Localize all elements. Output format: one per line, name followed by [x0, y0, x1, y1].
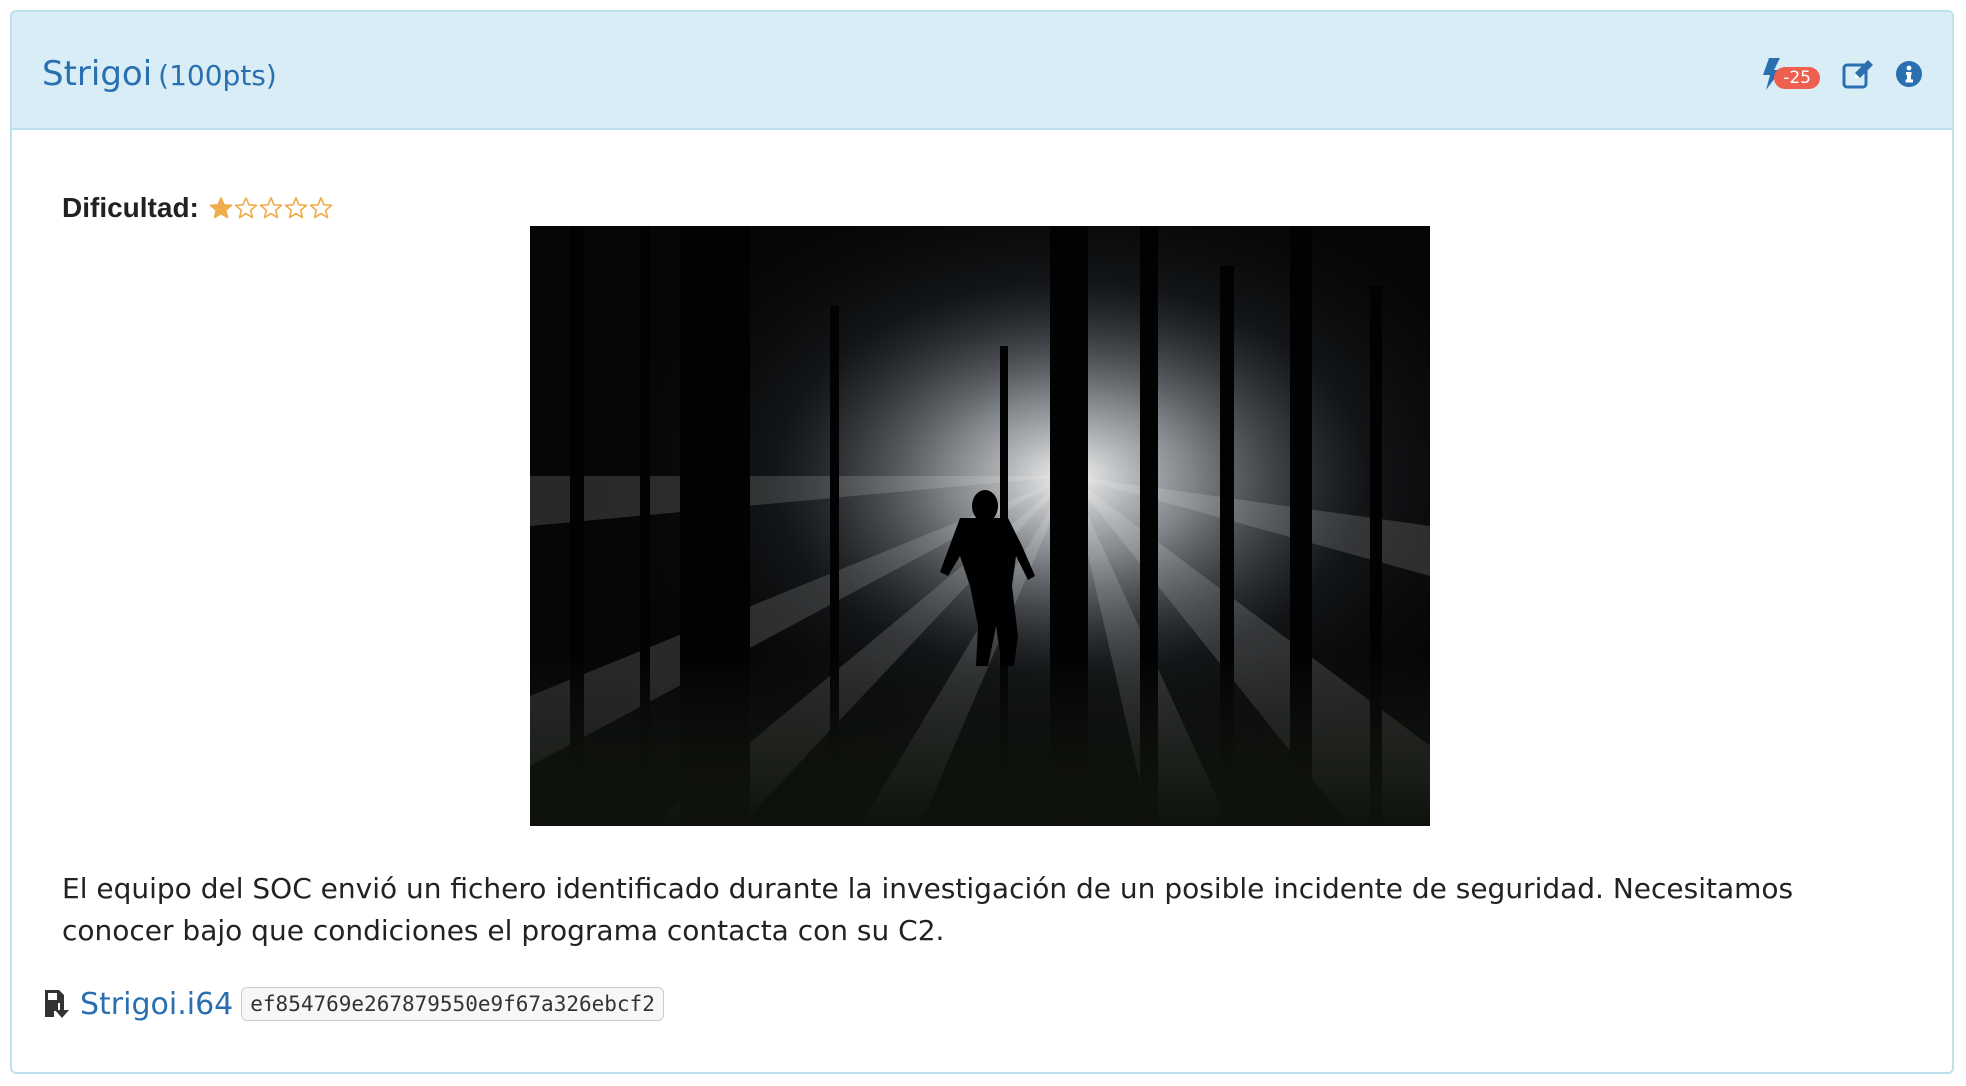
heading-tools: -25 — [1762, 52, 1922, 96]
challenge-title: Strigoi (100pts) — [42, 52, 277, 98]
star-filled-icon — [209, 196, 233, 220]
challenge-name: Strigoi — [42, 54, 153, 94]
edit-button[interactable] — [1842, 59, 1874, 89]
edit-icon — [1842, 60, 1873, 89]
difficulty-label: Dificultad: — [62, 192, 199, 223]
panel-body: Dificultad: El equipo del SOC envió un f… — [12, 130, 1952, 1072]
challenge-points: (100pts) — [158, 59, 277, 92]
star-empty-icon — [284, 196, 308, 220]
difficulty-row: Dificultad: — [62, 188, 333, 228]
info-icon — [1896, 61, 1922, 87]
hint-button[interactable]: -25 — [1762, 58, 1820, 90]
attachment-row: Strigoi.i64 ef854769e267879550e9f67a326e… — [44, 982, 664, 1026]
file-hash: ef854769e267879550e9f67a326ebcf2 — [241, 987, 664, 1021]
file-download-icon — [45, 990, 69, 1018]
challenge-panel: Strigoi (100pts) -25 Dificultad: El equi… — [10, 10, 1954, 1074]
star-empty-icon — [259, 196, 283, 220]
panel-heading: Strigoi (100pts) -25 — [12, 12, 1952, 130]
challenge-image — [530, 226, 1430, 826]
info-button[interactable] — [1896, 61, 1922, 87]
star-empty-icon — [309, 196, 333, 220]
attachment-download-link[interactable]: Strigoi.i64 — [80, 987, 233, 1022]
star-empty-icon — [234, 196, 258, 220]
challenge-description: El equipo del SOC envió un fichero ident… — [62, 872, 1794, 947]
difficulty-stars — [209, 196, 333, 220]
hint-cost-badge: -25 — [1774, 67, 1820, 89]
